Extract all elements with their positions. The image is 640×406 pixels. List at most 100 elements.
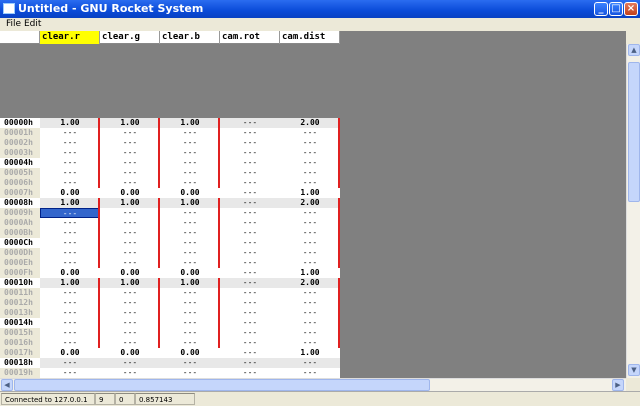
menu-file[interactable]: File <box>6 18 21 31</box>
track-cell[interactable]: --- <box>280 368 340 378</box>
track-cell[interactable]: 1.00 <box>100 198 160 208</box>
scroll-down-icon[interactable]: ▼ <box>628 364 640 376</box>
track-cell[interactable]: --- <box>40 158 100 168</box>
track-header-cam-rot[interactable]: cam.rot <box>220 31 280 44</box>
track-cell[interactable]: --- <box>280 248 340 258</box>
track-cell[interactable]: --- <box>280 128 340 138</box>
track-cell[interactable]: 1.00 <box>100 278 160 288</box>
track-cell[interactable]: --- <box>160 298 220 308</box>
track-cell[interactable]: --- <box>280 258 340 268</box>
track-cell[interactable]: --- <box>220 338 280 348</box>
track-cell[interactable]: --- <box>40 338 100 348</box>
track-cell[interactable]: --- <box>40 228 100 238</box>
track-cell[interactable]: --- <box>220 118 280 128</box>
track-cell[interactable]: --- <box>220 128 280 138</box>
track-cell[interactable]: --- <box>220 308 280 318</box>
scroll-left-icon[interactable]: ◀ <box>1 379 13 391</box>
track-cell[interactable]: --- <box>100 128 160 138</box>
track-cell[interactable]: --- <box>220 288 280 298</box>
track-cell[interactable]: --- <box>280 138 340 148</box>
track-cell[interactable]: --- <box>280 328 340 338</box>
track-cell[interactable]: --- <box>220 318 280 328</box>
track-cell[interactable]: 0.00 <box>100 268 160 278</box>
track-cell[interactable]: --- <box>40 298 100 308</box>
track-cell[interactable]: --- <box>100 238 160 248</box>
track-cell[interactable]: --- <box>100 168 160 178</box>
track-cell[interactable]: --- <box>40 248 100 258</box>
track-cell[interactable]: --- <box>40 128 100 138</box>
track-cell[interactable]: --- <box>280 338 340 348</box>
track-cell[interactable]: --- <box>220 198 280 208</box>
track-cell[interactable]: 0.00 <box>100 188 160 198</box>
track-cell[interactable]: --- <box>100 138 160 148</box>
track-cell[interactable]: --- <box>220 138 280 148</box>
track-cell[interactable]: --- <box>100 328 160 338</box>
track-cell[interactable]: --- <box>220 278 280 288</box>
track-cell[interactable]: --- <box>160 208 220 218</box>
track-cell[interactable]: --- <box>220 368 280 378</box>
track-cell[interactable]: --- <box>100 338 160 348</box>
minimize-button[interactable]: _ <box>594 2 608 16</box>
track-cell[interactable]: --- <box>100 288 160 298</box>
track-cell[interactable]: 1.00 <box>40 198 100 208</box>
track-cell[interactable]: 2.00 <box>280 278 340 288</box>
track-cell[interactable]: --- <box>100 318 160 328</box>
track-cell[interactable]: --- <box>100 358 160 368</box>
track-cell[interactable]: --- <box>220 218 280 228</box>
track-header-clear-r[interactable]: clear.r <box>40 31 100 44</box>
track-cell[interactable]: --- <box>280 158 340 168</box>
track-cell[interactable]: --- <box>280 218 340 228</box>
track-cell[interactable]: --- <box>280 238 340 248</box>
track-cell[interactable]: --- <box>220 158 280 168</box>
track-cell[interactable]: 1.00 <box>100 118 160 128</box>
track-cell[interactable]: --- <box>100 298 160 308</box>
track-cell[interactable]: --- <box>160 148 220 158</box>
track-cell[interactable]: --- <box>160 288 220 298</box>
track-cell[interactable]: 1.00 <box>280 188 340 198</box>
track-cell[interactable]: --- <box>220 248 280 258</box>
track-cell[interactable]: --- <box>160 328 220 338</box>
track-cell[interactable]: --- <box>160 338 220 348</box>
track-cell[interactable]: --- <box>220 258 280 268</box>
track-cell[interactable]: --- <box>220 268 280 278</box>
track-cell[interactable]: --- <box>220 208 280 218</box>
track-cell[interactable]: --- <box>160 218 220 228</box>
track-cell[interactable]: --- <box>100 218 160 228</box>
track-cell[interactable]: --- <box>100 208 160 218</box>
track-cell[interactable]: 1.00 <box>40 118 100 128</box>
track-cell[interactable]: --- <box>160 228 220 238</box>
track-cell[interactable]: --- <box>220 228 280 238</box>
track-cell[interactable]: --- <box>220 358 280 368</box>
track-cell[interactable]: 2.00 <box>280 118 340 128</box>
track-header-cam-dist[interactable]: cam.dist <box>280 31 340 44</box>
track-cell[interactable]: --- <box>100 308 160 318</box>
track-cell[interactable]: --- <box>40 328 100 338</box>
track-cell[interactable]: 1.00 <box>160 198 220 208</box>
track-cell[interactable]: --- <box>100 148 160 158</box>
track-cell[interactable]: --- <box>280 318 340 328</box>
track-cell[interactable]: 0.00 <box>160 268 220 278</box>
track-cell[interactable]: --- <box>160 168 220 178</box>
vertical-scrollbar[interactable]: ▲ ▼ <box>626 44 640 378</box>
track-cell[interactable]: --- <box>160 128 220 138</box>
track-cell[interactable]: --- <box>40 178 100 188</box>
track-cell[interactable]: --- <box>160 138 220 148</box>
track-cell[interactable]: --- <box>160 308 220 318</box>
track-cell[interactable]: --- <box>160 178 220 188</box>
track-cell[interactable]: 2.00 <box>280 198 340 208</box>
track-cell[interactable]: 0.00 <box>40 188 100 198</box>
track-cell[interactable]: 0.00 <box>100 348 160 358</box>
track-cell[interactable]: --- <box>280 148 340 158</box>
horizontal-scrollbar[interactable]: ◀ ▶ <box>0 378 626 391</box>
track-cell[interactable]: 1.00 <box>280 348 340 358</box>
scroll-up-icon[interactable]: ▲ <box>628 44 640 56</box>
track-cell[interactable]: --- <box>160 248 220 258</box>
scroll-right-icon[interactable]: ▶ <box>612 379 624 391</box>
track-cell[interactable]: --- <box>40 258 100 268</box>
track-cell[interactable]: --- <box>40 238 100 248</box>
horizontal-scroll-thumb[interactable] <box>14 379 430 391</box>
track-cell[interactable]: 1.00 <box>160 118 220 128</box>
track-cell[interactable]: 0.00 <box>40 348 100 358</box>
track-cell[interactable]: --- <box>100 228 160 238</box>
track-cell[interactable]: --- <box>40 318 100 328</box>
